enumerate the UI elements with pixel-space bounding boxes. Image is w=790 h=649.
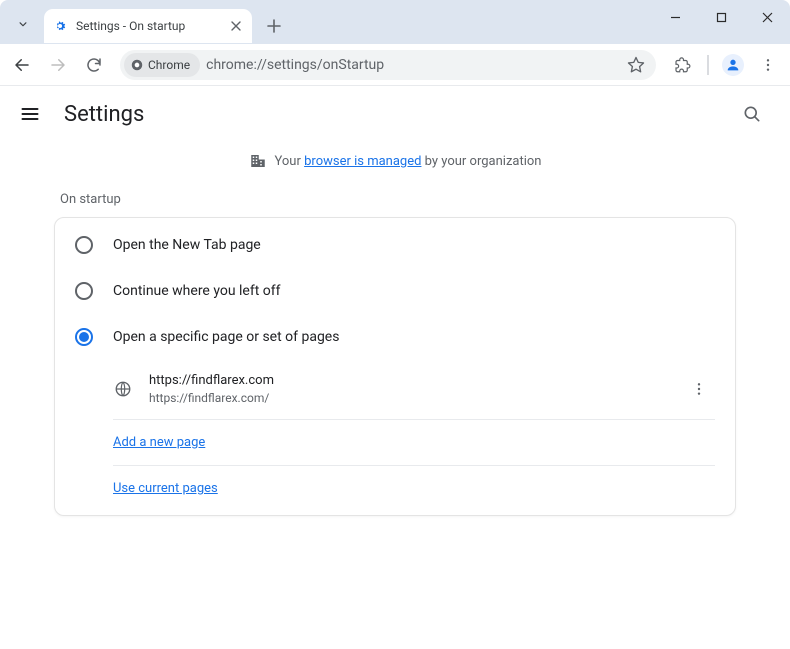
titlebar-left: Settings - On startup [0,0,288,44]
plus-icon [267,19,281,33]
radio-specific-pages[interactable]: Open a specific page or set of pages [55,314,735,360]
search-icon [742,104,762,124]
managed-banner: Your browser is managed by your organiza… [0,142,790,186]
maximize-button[interactable] [698,0,744,34]
window-titlebar: Settings - On startup [0,0,790,44]
domain-icon [249,152,267,170]
radio-new-tab[interactable]: Open the New Tab page [55,222,735,268]
bookmark-button[interactable] [622,51,650,79]
url-text: chrome://settings/onStartup [206,57,616,73]
radio-label: Open the New Tab page [113,237,261,253]
page-title: Settings [64,102,144,127]
chrome-logo-icon [130,58,144,72]
minimize-button[interactable] [652,0,698,34]
specific-pages-list: https://findflarex.com https://findflare… [55,360,735,511]
radio-label: Open a specific page or set of pages [113,329,339,345]
chevron-down-icon [16,17,30,31]
gear-icon [52,18,68,34]
add-new-page-link[interactable]: Add a new page [113,435,205,450]
close-icon [762,12,773,23]
back-button[interactable] [6,49,38,81]
radio-icon-selected [75,328,93,346]
page-item-url: https://findflarex.com/ [149,390,667,407]
globe-icon [113,379,133,399]
forward-button[interactable] [42,49,74,81]
radio-icon [75,282,93,300]
radio-label: Continue where you left off [113,283,281,299]
avatar-icon [722,54,744,76]
extensions-button[interactable] [666,49,698,81]
use-current-pages-link[interactable]: Use current pages [113,481,218,496]
window-controls [652,0,790,44]
hamburger-icon [20,104,40,124]
startup-card: Open the New Tab page Continue where you… [54,217,736,516]
settings-header: Settings [0,86,790,142]
search-tabs-button[interactable] [6,7,40,41]
toolbar-divider [702,49,714,81]
reload-icon [85,56,103,74]
radio-continue[interactable]: Continue where you left off [55,268,735,314]
close-window-button[interactable] [744,0,790,34]
page-item-title: https://findflarex.com [149,372,667,390]
managed-text: Your browser is managed by your organiza… [275,154,542,169]
minimize-icon [670,12,681,23]
maximize-icon [716,12,727,23]
browser-toolbar: Chrome chrome://settings/onStartup [0,44,790,86]
settings-menu-button[interactable] [18,102,42,126]
new-tab-button[interactable] [260,12,288,40]
star-icon [627,56,645,74]
omnibox[interactable]: Chrome chrome://settings/onStartup [120,50,656,80]
page-item-more-button[interactable] [683,373,715,405]
managed-link[interactable]: browser is managed [304,154,421,169]
on-startup-section: On startup Open the New Tab page Continu… [54,192,736,516]
arrow-right-icon [49,56,67,74]
startup-page-item: https://findflarex.com https://findflare… [113,360,715,420]
tab-title: Settings - On startup [76,19,220,33]
page-text: https://findflarex.com https://findflare… [149,372,667,407]
menu-button[interactable] [752,49,784,81]
browser-tab[interactable]: Settings - On startup [44,9,252,43]
section-label: On startup [60,192,736,207]
more-vertical-icon [760,57,776,73]
profile-button[interactable] [718,50,748,80]
add-page-row: Add a new page [113,420,715,466]
site-chip-label: Chrome [148,58,190,72]
use-current-row: Use current pages [113,466,715,511]
tab-close-button[interactable] [228,18,244,34]
radio-icon [75,236,93,254]
reload-button[interactable] [78,49,110,81]
site-chip[interactable]: Chrome [124,53,200,77]
close-icon [231,21,241,31]
settings-search-button[interactable] [732,94,772,134]
puzzle-icon [673,56,691,74]
arrow-left-icon [13,56,31,74]
more-vertical-icon [691,381,707,397]
radio-dot [79,332,89,342]
